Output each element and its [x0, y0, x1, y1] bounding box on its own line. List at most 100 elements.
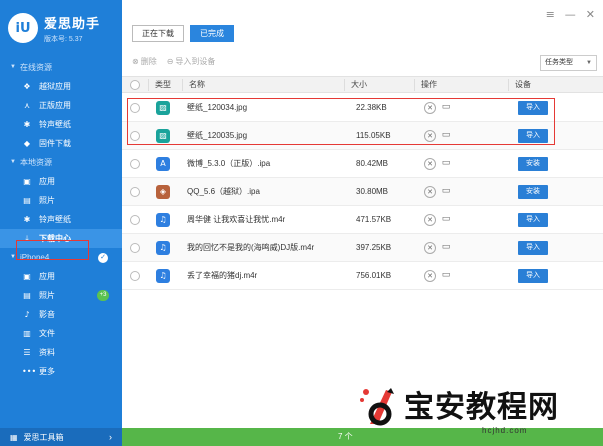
sidebar-item-label: 更多	[39, 367, 55, 376]
delete-icon[interactable]: ✕	[424, 270, 436, 282]
sidebar-nav: ▼ 在线资源 ❖ 越狱应用 ⋏ 正版应用 ✱ 铃声壁纸 ◆ 固件下载 ▼ 本地资…	[0, 58, 122, 381]
section-title: 本地资源	[19, 158, 52, 167]
file-name: 丢了幸福的猪dj.m4r	[187, 271, 258, 280]
col-device: 设备	[515, 80, 531, 89]
puzzle-icon: ✱	[23, 120, 31, 129]
sidebar-item-label: 照片	[39, 291, 55, 300]
file-name: 周华健 让我欢喜让我忧.m4r	[187, 215, 286, 224]
sidebar-item-device-apps[interactable]: ▣ 应用	[0, 267, 122, 286]
sidebar-item-device-info[interactable]: ☰ 资料	[0, 343, 122, 362]
section-online[interactable]: ▼ 在线资源	[0, 58, 122, 77]
column-divider	[344, 79, 345, 91]
toolbar: ⊗ 删除 ⊖ 导入到设备	[132, 56, 215, 67]
file-size: 756.01KB	[356, 271, 392, 280]
watermark-title: 宝安教程网	[404, 390, 559, 425]
sidebar-item-label: 越狱应用	[39, 82, 71, 91]
row-checkbox[interactable]	[130, 215, 140, 225]
row-checkbox[interactable]	[130, 159, 140, 169]
import-icon: ⊖	[166, 57, 174, 66]
toolbox-label: 爱思工具箱	[23, 432, 64, 442]
row-checkbox[interactable]	[130, 271, 140, 281]
jailbreak-app-icon: ◈	[156, 185, 170, 199]
toolbox-button[interactable]: ▦ 爱思工具箱 ›	[0, 428, 122, 446]
import-button[interactable]: 导入	[518, 269, 548, 283]
collapse-triangle-icon: ▼	[10, 64, 16, 70]
app-name: 爱思助手	[44, 15, 101, 31]
task-type-select[interactable]: 任务类型 ▼	[540, 55, 597, 71]
watermark: 宝安教程网 hcjhd.com	[352, 380, 603, 442]
col-op: 操作	[421, 80, 437, 89]
delete-icon[interactable]: ✕	[424, 158, 436, 170]
tab-completed[interactable]: 已完成	[190, 25, 234, 42]
col-size: 大小	[351, 80, 367, 89]
col-name: 名称	[189, 80, 205, 89]
app-version: 版本号: 5.37	[44, 35, 83, 43]
install-button[interactable]: 安装	[518, 157, 548, 171]
menu-icon[interactable]: ≡	[546, 8, 555, 21]
select-all-checkbox[interactable]	[130, 80, 140, 90]
table-row[interactable]: ◈ QQ_5.6（越狱）.ipa 30.80MB ✕ ▭ 安装	[122, 178, 603, 206]
tab-downloading[interactable]: 正在下载	[132, 25, 184, 42]
sidebar-item-local-apps[interactable]: ▣ 应用	[0, 172, 122, 191]
bell-icon: ♫	[156, 241, 170, 255]
section-local[interactable]: ▼ 本地资源	[0, 153, 122, 172]
sidebar-item-ringtones-online[interactable]: ✱ 铃声壁纸	[0, 115, 122, 134]
sidebar-item-official-apps[interactable]: ⋏ 正版应用	[0, 96, 122, 115]
apps-icon: ▣	[23, 272, 31, 281]
watermark-url: hcjhd.com	[482, 426, 528, 435]
sidebar-item-device-files[interactable]: ▥ 文件	[0, 324, 122, 343]
table-row[interactable]: ♫ 丢了幸福的猪dj.m4r 756.01KB ✕ ▭ 导入	[122, 262, 603, 290]
sidebar-item-label: 固件下载	[39, 139, 71, 148]
sidebar-item-device-media[interactable]: ♪ 影音	[0, 305, 122, 324]
apps-icon: ▣	[23, 177, 31, 186]
folder-icon[interactable]: ▭	[440, 242, 452, 254]
appstore-icon: ⋏	[24, 101, 30, 110]
highlight-box-sidebar	[16, 240, 89, 260]
highlight-box-rows	[127, 98, 555, 145]
sidebar-item-label: 资料	[39, 348, 55, 357]
sidebar-item-label: 影音	[39, 310, 55, 319]
import-label: 导入到设备	[175, 57, 216, 66]
delete-icon[interactable]: ✕	[424, 214, 436, 226]
sidebar-item-label: 铃声壁纸	[39, 215, 71, 224]
section-title: 在线资源	[19, 63, 52, 72]
folder-icon[interactable]: ▭	[440, 214, 452, 226]
delete-icon[interactable]: ✕	[424, 242, 436, 254]
sidebar-item-local-ringtones[interactable]: ✱ 铃声壁纸	[0, 210, 122, 229]
connected-check-icon: ✓	[98, 252, 108, 263]
close-icon[interactable]: ✕	[586, 8, 595, 21]
delete-button[interactable]: ⊗ 删除	[132, 56, 157, 67]
folder-icon[interactable]: ▭	[440, 186, 452, 198]
table-row[interactable]: ♫ 周华健 让我欢喜让我忧.m4r 471.57KB ✕ ▭ 导入	[122, 206, 603, 234]
toolbox-icon: ▦	[10, 432, 18, 442]
file-name: QQ_5.6（越狱）.ipa	[187, 187, 260, 196]
chevron-down-icon: ▼	[586, 60, 592, 66]
column-divider	[414, 79, 415, 91]
folder-icon[interactable]: ▭	[440, 158, 452, 170]
table-header: 类型 名称 大小 操作 设备	[122, 76, 603, 93]
import-to-device-button[interactable]: ⊖ 导入到设备	[167, 56, 216, 67]
column-divider	[148, 79, 149, 91]
window-controls: ≡ — ✕	[546, 8, 595, 21]
more-icon: •••	[22, 367, 37, 376]
row-checkbox[interactable]	[130, 243, 140, 253]
import-button[interactable]: 导入	[518, 241, 548, 255]
file-size: 471.57KB	[356, 215, 392, 224]
install-button[interactable]: 安装	[518, 185, 548, 199]
import-button[interactable]: 导入	[518, 213, 548, 227]
sidebar-item-label: 照片	[39, 196, 55, 205]
table-row[interactable]: ♫ 我的回忆不是我的(海鸣威)DJ版.m4r 397.25KB ✕ ▭ 导入	[122, 234, 603, 262]
table-row[interactable]: A 微博_5.3.0（正版）.ipa 80.42MB ✕ ▭ 安装	[122, 150, 603, 178]
sidebar-item-jailbreak-apps[interactable]: ❖ 越狱应用	[0, 77, 122, 96]
row-checkbox[interactable]	[130, 187, 140, 197]
layers-icon: ❖	[23, 82, 31, 91]
sidebar-item-firmware[interactable]: ◆ 固件下载	[0, 134, 122, 153]
folder-icon[interactable]: ▭	[440, 270, 452, 282]
bell-icon: ♫	[156, 213, 170, 227]
file-name: 微博_5.3.0（正版）.ipa	[187, 159, 271, 168]
sidebar-item-local-photos[interactable]: ▤ 照片	[0, 191, 122, 210]
delete-icon[interactable]: ✕	[424, 186, 436, 198]
sidebar-item-device-photos[interactable]: ▤ 照片 +3	[0, 286, 122, 305]
sidebar-item-device-more[interactable]: ••• 更多	[0, 362, 122, 381]
minimize-icon[interactable]: —	[565, 8, 576, 21]
